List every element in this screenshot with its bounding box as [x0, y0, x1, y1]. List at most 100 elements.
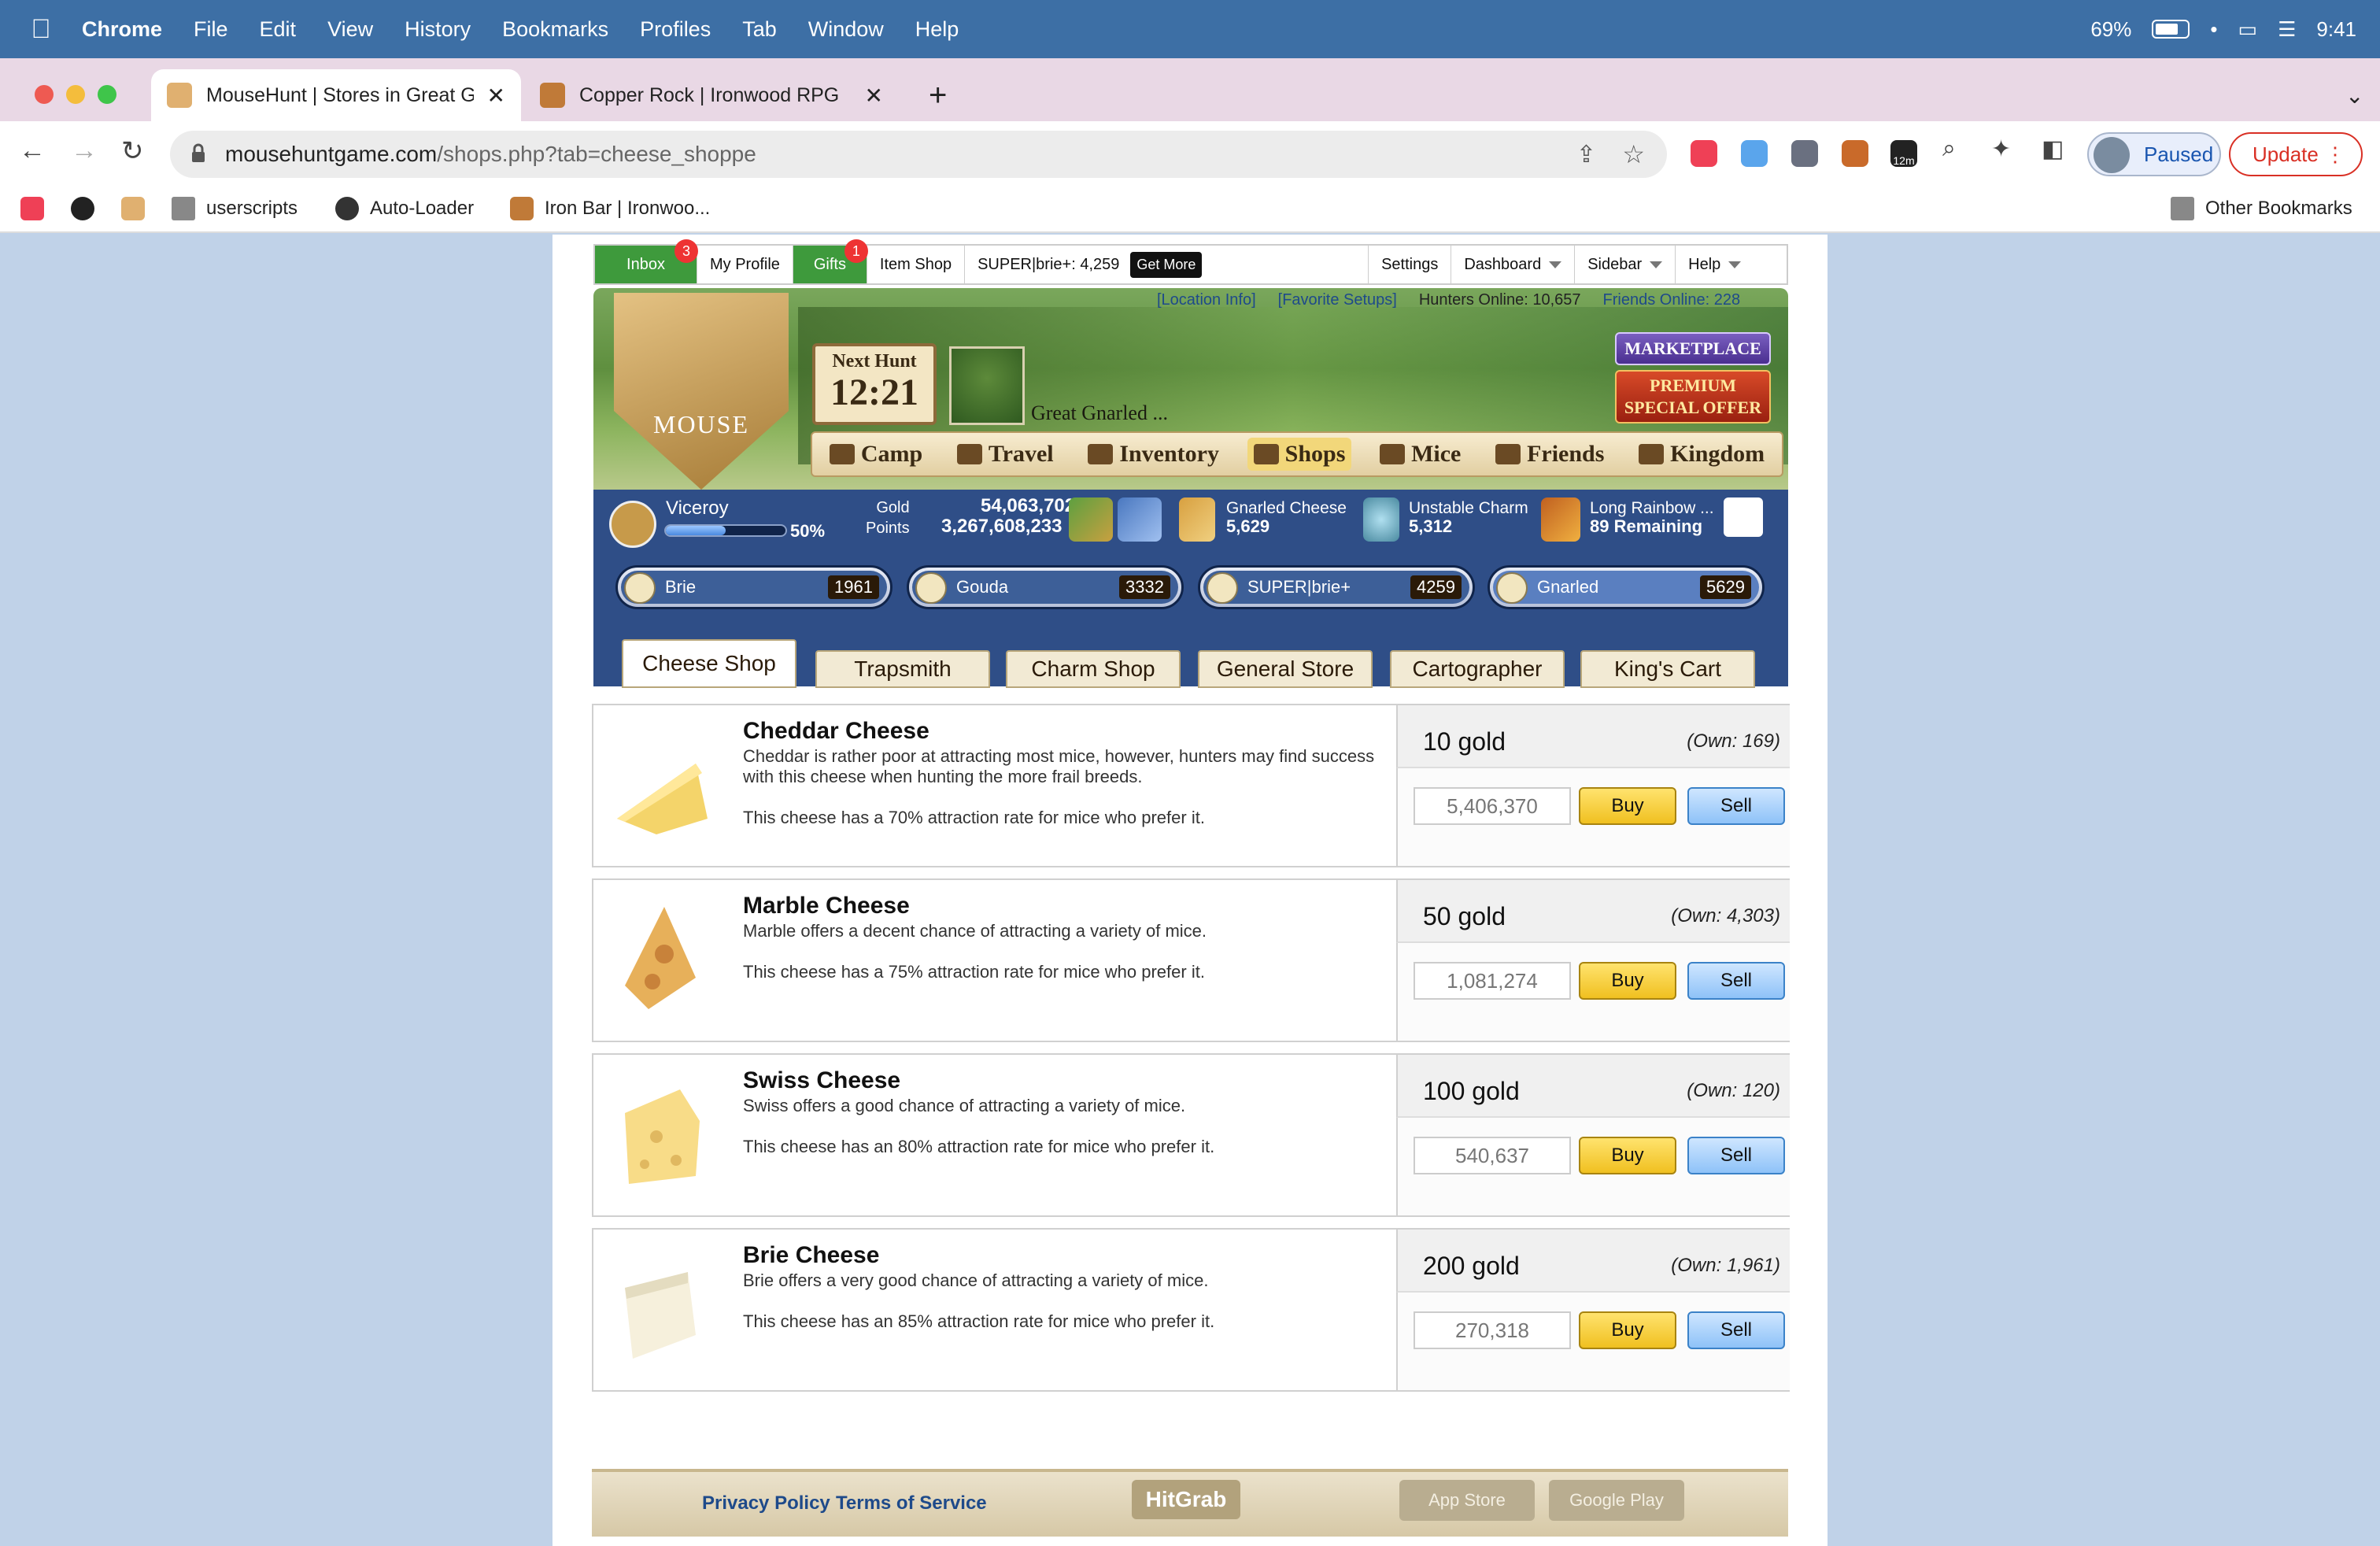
app-store-badge[interactable]: App Store: [1399, 1480, 1535, 1521]
cheese-slot-superbrie[interactable]: SUPER|brie+ 4259: [1198, 565, 1475, 609]
nav-kingdom[interactable]: Kingdom: [1632, 438, 1771, 471]
friends-online-link[interactable]: Friends Online: 228: [1603, 291, 1741, 309]
battery-icon[interactable]: [2152, 20, 2190, 39]
search-icon[interactable]: ⌕: [1942, 135, 1956, 162]
close-tab-icon[interactable]: ✕: [865, 83, 883, 109]
dashboard-dropdown[interactable]: Dashboard: [1451, 246, 1576, 283]
sidebar-dropdown[interactable]: Sidebar: [1575, 246, 1676, 283]
bait-info[interactable]: Gnarled Cheese 5,629: [1226, 499, 1347, 536]
hunter-avatar[interactable]: [609, 501, 656, 548]
empty-slot[interactable]: [1724, 497, 1763, 537]
help-dropdown[interactable]: Help: [1676, 246, 1754, 283]
tab-cartographer[interactable]: Cartographer: [1390, 650, 1565, 688]
sell-button[interactable]: Sell: [1687, 1137, 1785, 1174]
nav-friends[interactable]: Friends: [1489, 438, 1610, 471]
item-shop-link[interactable]: Item Shop: [867, 246, 966, 283]
quantity-input[interactable]: 5,406,370: [1414, 787, 1571, 825]
new-tab-icon[interactable]: +: [913, 69, 963, 121]
terms-of-service-link[interactable]: Terms of Service: [836, 1492, 987, 1515]
side-panel-icon[interactable]: ◧: [2042, 135, 2064, 163]
charm-info[interactable]: Unstable Charm 5,312: [1409, 499, 1528, 536]
nav-shops[interactable]: Shops: [1247, 438, 1352, 471]
mousehunt-extension-icon[interactable]: 12m: [1890, 140, 1917, 167]
google-play-badge[interactable]: Google Play: [1549, 1480, 1684, 1521]
sell-button[interactable]: Sell: [1687, 1311, 1785, 1349]
buy-button[interactable]: Buy: [1579, 962, 1676, 1000]
tab-kings-cart[interactable]: King's Cart: [1580, 650, 1755, 688]
close-tab-icon[interactable]: ✕: [487, 83, 505, 109]
cheese-slot-brie[interactable]: Brie 1961: [615, 565, 893, 609]
nav-travel[interactable]: Travel: [951, 438, 1060, 471]
tab-mousehunt[interactable]: MouseHunt | Stores in Great Gr ✕: [151, 69, 521, 121]
menu-chrome[interactable]: Chrome: [82, 17, 162, 42]
back-icon[interactable]: ←: [19, 135, 46, 166]
kebab-menu-icon[interactable]: ⋮: [2325, 142, 2345, 167]
privacy-policy-link[interactable]: Privacy Policy: [702, 1492, 830, 1515]
tab-charm-shop[interactable]: Charm Shop: [1006, 650, 1181, 688]
control-center-icon[interactable]: ☰: [2278, 17, 2296, 42]
forward-icon[interactable]: →: [71, 135, 98, 166]
apple-icon[interactable]: : [19, 0, 63, 58]
menu-help[interactable]: Help: [915, 17, 959, 42]
hunter-rank[interactable]: Viceroy: [666, 497, 729, 520]
window-icon[interactable]: ▭: [2238, 17, 2258, 42]
base-icon[interactable]: [1118, 497, 1162, 542]
favorite-setups-link[interactable]: [Favorite Setups]: [1278, 291, 1397, 309]
trinket-icon[interactable]: [1541, 497, 1580, 542]
get-more-button[interactable]: Get More: [1130, 251, 1203, 278]
location-name[interactable]: Great Gnarled ...: [1031, 401, 1168, 425]
premium-offer-button[interactable]: PREMIUM SPECIAL OFFER: [1615, 370, 1771, 423]
quantity-input[interactable]: 270,318: [1414, 1311, 1571, 1349]
charm-icon[interactable]: [1363, 497, 1399, 542]
hitgrab-logo[interactable]: HitGrab: [1132, 1480, 1240, 1519]
bookmark-autoloader[interactable]: Auto-Loader: [335, 197, 474, 220]
nav-camp[interactable]: Camp: [823, 438, 929, 471]
tab-general-store[interactable]: General Store: [1198, 650, 1373, 688]
trinket-info[interactable]: Long Rainbow ... 89 Remaining: [1590, 499, 1714, 536]
address-bar[interactable]: mousehuntgame.com/shops.php?tab=cheese_s…: [170, 131, 1667, 178]
monkey-extension-icon[interactable]: [1842, 140, 1868, 167]
pocket-icon[interactable]: [1691, 140, 1717, 167]
tab-ironwood[interactable]: Copper Rock | Ironwood RPG ✕: [524, 69, 899, 121]
ublock-icon[interactable]: [1791, 140, 1818, 167]
quantity-input[interactable]: 1,081,274: [1414, 962, 1571, 1000]
bookmark-userscripts[interactable]: userscripts: [172, 197, 298, 220]
close-window-icon[interactable]: [35, 85, 54, 104]
buy-button[interactable]: Buy: [1579, 1311, 1676, 1349]
ghost-extension-icon[interactable]: [1741, 140, 1768, 167]
menu-edit[interactable]: Edit: [260, 17, 297, 42]
inbox-button[interactable]: Inbox 3: [595, 239, 698, 283]
nav-inventory[interactable]: Inventory: [1081, 438, 1225, 471]
pocket-bookmark-icon[interactable]: [20, 197, 44, 220]
sell-button[interactable]: Sell: [1687, 962, 1785, 1000]
my-profile-link[interactable]: My Profile: [697, 246, 793, 283]
marketplace-button[interactable]: MARKETPLACE: [1615, 332, 1771, 365]
bookmark-ironbar[interactable]: Iron Bar | Ironwoo...: [510, 197, 710, 220]
quantity-input[interactable]: 540,637: [1414, 1137, 1571, 1174]
github-bookmark-icon[interactable]: [71, 197, 94, 220]
location-thumbnail[interactable]: [949, 346, 1025, 425]
tab-cheese-shop[interactable]: Cheese Shop: [622, 639, 796, 688]
menu-tab[interactable]: Tab: [742, 17, 777, 42]
bookmark-other[interactable]: Other Bookmarks: [2171, 197, 2352, 220]
nav-mice[interactable]: Mice: [1373, 438, 1467, 471]
sell-button[interactable]: Sell: [1687, 787, 1785, 825]
menu-history[interactable]: History: [405, 17, 471, 42]
minimize-window-icon[interactable]: [66, 85, 85, 104]
clock[interactable]: 9:41: [2316, 17, 2356, 42]
update-button[interactable]: Update ⋮: [2229, 132, 2363, 176]
profile-paused-button[interactable]: Paused: [2087, 132, 2221, 176]
menu-bookmarks[interactable]: Bookmarks: [502, 17, 608, 42]
extensions-puzzle-icon[interactable]: ✦: [1991, 135, 2011, 163]
cheese-slot-gouda[interactable]: Gouda 3332: [907, 565, 1184, 609]
zoom-window-icon[interactable]: [98, 85, 116, 104]
location-info-link[interactable]: [Location Info]: [1157, 291, 1256, 309]
tab-trapsmith[interactable]: Trapsmith: [815, 650, 990, 688]
menu-view[interactable]: View: [327, 17, 373, 42]
mousehunt-bookmark-icon[interactable]: [121, 197, 145, 220]
buy-button[interactable]: Buy: [1579, 1137, 1676, 1174]
settings-link[interactable]: Settings: [1368, 246, 1452, 283]
menu-file[interactable]: File: [194, 17, 228, 42]
buy-button[interactable]: Buy: [1579, 787, 1676, 825]
cheese-slot-gnarled[interactable]: Gnarled 5629: [1488, 565, 1765, 609]
